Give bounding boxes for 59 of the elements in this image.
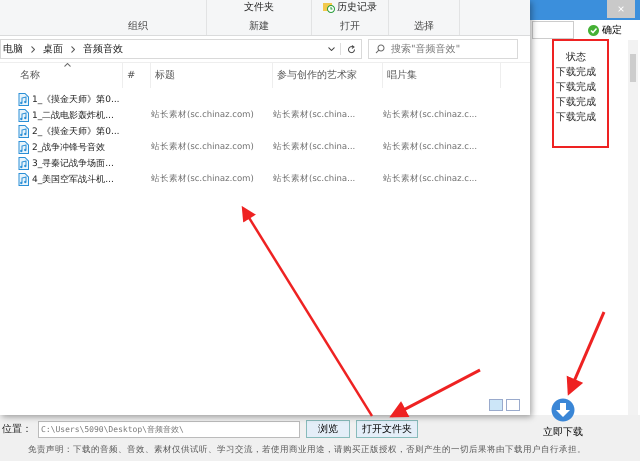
file-name-cell[interactable]: 1_二战电影轰炸机... xyxy=(16,108,123,122)
audio-file-icon xyxy=(18,124,29,138)
audio-file-icon xyxy=(18,140,29,154)
breadcrumb[interactable]: 音频音效 xyxy=(81,42,125,56)
search-field[interactable]: 搜索"音频音效" xyxy=(368,39,518,59)
location-label: 位置： xyxy=(1,422,32,436)
table-cell-text: 站长素材(sc.chinaz.com) xyxy=(151,141,255,153)
audio-file-icon xyxy=(18,108,29,122)
ribbon-button[interactable]: 文件夹 xyxy=(244,0,274,14)
column-header[interactable]: # xyxy=(123,63,151,88)
browse-button[interactable]: 浏览 xyxy=(306,420,350,438)
table-cell-text: 站长素材(sc.china... xyxy=(273,141,356,153)
ribbon-button[interactable]: 历史记录 xyxy=(323,0,377,14)
scrollbar-thumb[interactable] xyxy=(630,54,636,82)
ribbon-group-label: 组织 xyxy=(128,20,148,33)
file-name-cell[interactable]: 3_寻秦记战争场面... xyxy=(16,156,123,170)
table-cell-text: 站长素材(sc.chinaz.c... xyxy=(383,173,478,185)
text-field[interactable] xyxy=(532,21,574,39)
details-view-button[interactable] xyxy=(489,399,503,411)
audio-file-icon xyxy=(18,156,29,170)
status-cell-text: 下载完成 xyxy=(556,80,596,95)
column-header: 状态 xyxy=(566,50,586,65)
ribbon-group-label: 新建 xyxy=(249,20,269,33)
scrollbar[interactable] xyxy=(628,40,638,415)
table-cell-text: 站长素材(sc.china... xyxy=(273,109,356,121)
breadcrumb[interactable]: 电脑 xyxy=(1,42,25,56)
confirm-button[interactable]: 确定 xyxy=(588,23,622,37)
address-bar[interactable]: 电脑 桌面 音频音效 xyxy=(0,39,362,59)
column-header[interactable]: 参与创作的艺术家 xyxy=(273,63,383,88)
audio-file-icon xyxy=(18,92,29,106)
column-header[interactable]: 标题 xyxy=(151,63,273,88)
status-cell-text: 下载完成 xyxy=(556,66,596,80)
table-cell-text: 站长素材(sc.chinaz.com) xyxy=(151,173,255,185)
file-name-cell[interactable]: 1_《摸金天师》第0... xyxy=(16,92,123,106)
refresh-icon xyxy=(346,44,356,54)
ribbon-group-label: 选择 xyxy=(414,20,434,33)
file-name-cell[interactable]: 4_美国空军战斗机... xyxy=(16,172,123,186)
column-header[interactable]: 名称 xyxy=(16,63,123,88)
file-name-cell[interactable]: 2_战争冲锋号音效 xyxy=(16,140,123,154)
status-cell-text: 下载完成 xyxy=(556,110,596,125)
breadcrumb[interactable]: 桌面 xyxy=(41,42,65,56)
status-cell-text: 下载完成 xyxy=(556,96,596,110)
ribbon-group-label: 打开 xyxy=(340,20,360,33)
table-cell-text: 站长素材(sc.chinaz.c... xyxy=(383,109,478,121)
table-cell-text: 站长素材(sc.chinaz.com) xyxy=(151,109,255,121)
chevron-down-icon xyxy=(328,47,334,51)
file-name-cell[interactable]: 2_《摸金天师》第0... xyxy=(16,124,123,138)
disclaimer-text: 免责声明：下载的音频、音效、素材仅供试听、学习交流，若使用商业用途，请购买正版授权，否则产生的一切后果将由下载用户自行承担。 xyxy=(27,444,587,457)
open-folder-button[interactable]: 打开文件夹 xyxy=(356,420,418,438)
download-button[interactable]: 立即下载 xyxy=(538,398,588,439)
table-cell-text: 站长素材(sc.chinaz.c... xyxy=(383,141,478,153)
column-header[interactable]: 唱片集 xyxy=(383,63,501,88)
audio-file-icon xyxy=(18,172,29,186)
path-field[interactable]: C:\Users\5090\Desktop\音频音效\ xyxy=(38,420,300,438)
large-icons-view-button[interactable] xyxy=(506,399,520,411)
table-cell-text: 站长素材(sc.china... xyxy=(273,173,356,185)
chevron-right-icon xyxy=(31,46,35,52)
check-icon xyxy=(588,24,599,36)
chevron-right-icon xyxy=(71,46,75,52)
